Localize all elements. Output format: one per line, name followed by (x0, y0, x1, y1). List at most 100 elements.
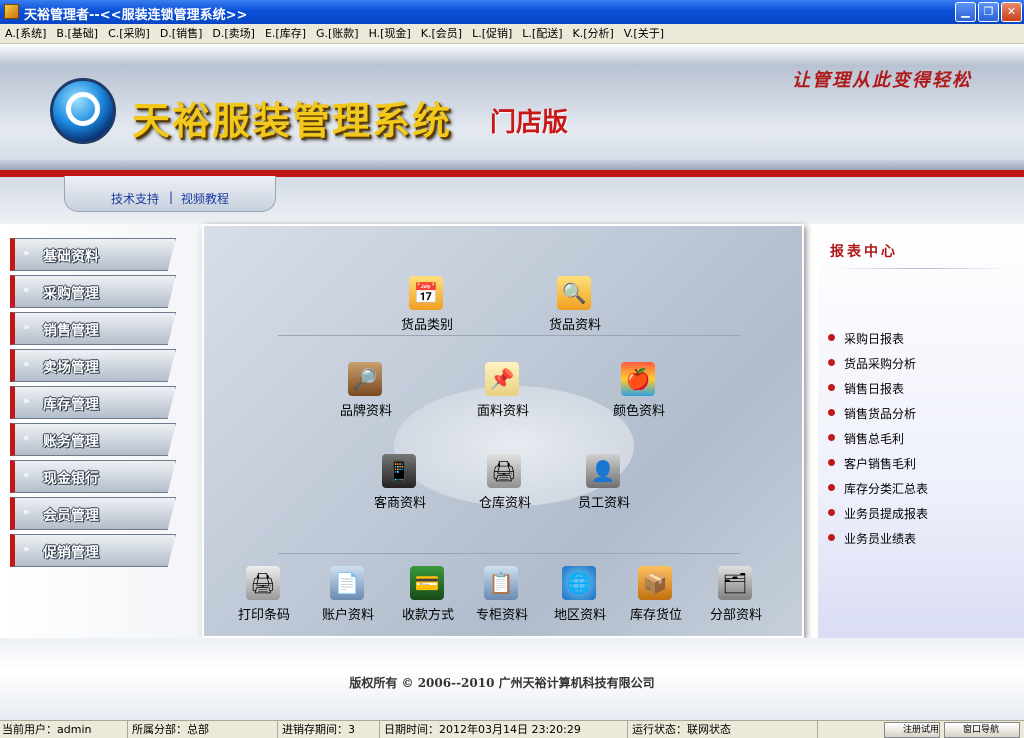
report-link[interactable]: 业务员提成报表 (828, 504, 1018, 522)
warehouse-printer-icon: 🖨 (487, 454, 521, 488)
item-stock-location[interactable]: 📦 库存货位 (616, 566, 696, 626)
item-label: 颜色资料 (612, 404, 665, 419)
report-label: 销售总毛利 (844, 432, 905, 446)
report-link[interactable]: 客户销售毛利 (828, 454, 1018, 472)
item-payment-method[interactable]: 💳 收款方式 (388, 566, 468, 626)
menu-distribution[interactable]: L.[配送] (522, 24, 562, 44)
menu-promotion[interactable]: L.[促销] (472, 24, 512, 44)
window-nav-button[interactable]: 窗口导航 (944, 722, 1020, 738)
chevron-right-icon: » (23, 507, 30, 518)
item-print-barcode[interactable]: 🖨 打印条码 (224, 566, 304, 626)
item-counter-data[interactable]: 📋 专柜资料 (462, 566, 542, 626)
copyright: 版权所有 © 2006--2010 广州天裕计算机科技有限公司 (349, 676, 655, 690)
left-nav: » 基础资料 » 采购管理 » 销售管理 » 卖场管理 » 库存管理 » 账务管理 » 现金银… (0, 224, 200, 688)
item-region-data[interactable]: 🌐 地区资料 (540, 566, 620, 626)
bullet-icon (828, 484, 835, 491)
report-link[interactable]: 采购日报表 (828, 329, 1018, 347)
item-employee-data[interactable]: 👤 员工资料 (564, 454, 644, 514)
status-bar: 当前用户：admin 所属分部：总部 进销存期间：3 日期时间：2012年03月… (0, 720, 1024, 738)
nav-member[interactable]: » 会员管理 (10, 497, 176, 530)
restore-button[interactable]: ❐ (978, 2, 999, 22)
item-product-data[interactable]: 🔍 货品资料 (535, 276, 615, 336)
nav-sales[interactable]: » 销售管理 (10, 312, 176, 345)
item-label: 分部资料 (709, 608, 762, 623)
menu-member[interactable]: K.[会员] (421, 24, 462, 44)
report-label: 销售货品分析 (844, 407, 917, 421)
chevron-right-icon: » (23, 359, 30, 370)
item-color-data[interactable]: 🍎 颜色资料 (599, 362, 679, 422)
nav-label: 采购管理 (43, 286, 99, 302)
nav-accounting[interactable]: » 账务管理 (10, 423, 176, 456)
nav-inventory[interactable]: » 库存管理 (10, 386, 176, 419)
title-bar: 天裕管理者--<<服装连锁管理系统>> ▁ ❐ ✕ (0, 0, 1024, 24)
report-link[interactable]: 业务员业绩表 (828, 529, 1018, 547)
minimize-button[interactable]: ▁ (955, 2, 976, 22)
bullet-icon (828, 534, 835, 541)
item-merchant-data[interactable]: 📱 客商资料 (360, 454, 440, 514)
employee-doc-icon: 👤 (586, 454, 620, 488)
status-user: 当前用户：admin (0, 721, 128, 738)
report-link[interactable]: 货品采购分析 (828, 354, 1018, 372)
report-center-title: 报表中心 (830, 244, 898, 260)
menu-about[interactable]: V.[关于] (624, 24, 664, 44)
item-fabric-data[interactable]: 📌 面料资料 (463, 362, 543, 422)
item-label: 库存货位 (629, 608, 682, 623)
app-content: 天裕服装管理系统 门店版 让管理从此变得轻松 技术支持 | 视频教程 » 基础资料… (0, 44, 1024, 720)
bullet-icon (828, 459, 835, 466)
menu-system[interactable]: A.[系统] (5, 24, 46, 44)
chevron-right-icon: » (23, 396, 30, 407)
nav-cash-bank[interactable]: » 现金银行 (10, 460, 176, 493)
brand-magnifier-icon: 🔎 (348, 362, 382, 396)
account-doc-icon: 📄 (330, 566, 364, 600)
chevron-right-icon: » (23, 285, 30, 296)
report-link[interactable]: 销售货品分析 (828, 404, 1018, 422)
banner-stripe (0, 160, 1024, 170)
phone-modem-icon: 📱 (382, 454, 416, 488)
chevron-right-icon: » (23, 248, 30, 259)
window-title: 天裕管理者--<<服装连锁管理系统>> (24, 8, 248, 23)
link-separator: | (169, 190, 174, 204)
item-label: 货品类别 (400, 318, 453, 333)
item-product-category[interactable]: 📅 货品类别 (387, 276, 467, 336)
bullet-icon (828, 509, 835, 516)
menu-purchase[interactable]: C.[采购] (108, 24, 150, 44)
header-banner: 天裕服装管理系统 门店版 让管理从此变得轻松 技术支持 | 视频教程 (0, 44, 1024, 224)
status-period: 进销存期间：3 (280, 721, 380, 738)
bullet-icon (828, 334, 835, 341)
report-link[interactable]: 销售日报表 (828, 379, 1018, 397)
menu-store[interactable]: D.[卖场] (212, 24, 255, 44)
menu-accounts[interactable]: G.[账款] (316, 24, 359, 44)
item-label: 货品资料 (548, 318, 601, 333)
menu-sales[interactable]: D.[销售] (160, 24, 203, 44)
close-button[interactable]: ✕ (1001, 2, 1022, 22)
video-tutorial-link[interactable]: 视频教程 (181, 190, 229, 207)
nav-basic-data[interactable]: » 基础资料 (10, 238, 176, 271)
chevron-right-icon: » (23, 544, 30, 555)
report-link[interactable]: 销售总毛利 (828, 429, 1018, 447)
status-branch: 所属分部：总部 (130, 721, 278, 738)
item-brand-data[interactable]: 🔎 品牌资料 (326, 362, 406, 422)
nav-store[interactable]: » 卖场管理 (10, 349, 176, 382)
report-label: 货品采购分析 (844, 357, 917, 371)
chevron-right-icon: » (23, 322, 30, 333)
item-branch-data[interactable]: 🗂 分部资料 (696, 566, 776, 626)
nav-promotion[interactable]: » 促销管理 (10, 534, 176, 567)
item-label: 打印条码 (237, 608, 290, 623)
system-title: 天裕服装管理系统 (132, 98, 453, 143)
trial-register-button[interactable]: 注册试用 (884, 722, 940, 738)
report-link[interactable]: 库存分类汇总表 (828, 479, 1018, 497)
nav-purchase[interactable]: » 采购管理 (10, 275, 176, 308)
nav-label: 卖场管理 (43, 360, 99, 376)
menu-analysis[interactable]: K.[分析] (573, 24, 614, 44)
nav-label: 销售管理 (43, 323, 99, 339)
menu-cash[interactable]: H.[现金] (369, 24, 411, 44)
tech-support-link[interactable]: 技术支持 (111, 190, 159, 207)
slogan: 让管理从此变得轻松 (792, 70, 972, 91)
menu-basic[interactable]: B.[基础] (56, 24, 98, 44)
item-warehouse-data[interactable]: 🖨 仓库资料 (465, 454, 545, 514)
nav-label: 基础资料 (43, 249, 99, 265)
item-account-data[interactable]: 📄 账户资料 (308, 566, 388, 626)
menu-inventory[interactable]: E.[库存] (265, 24, 306, 44)
report-label: 业务员业绩表 (844, 532, 917, 546)
report-label: 销售日报表 (844, 382, 905, 396)
